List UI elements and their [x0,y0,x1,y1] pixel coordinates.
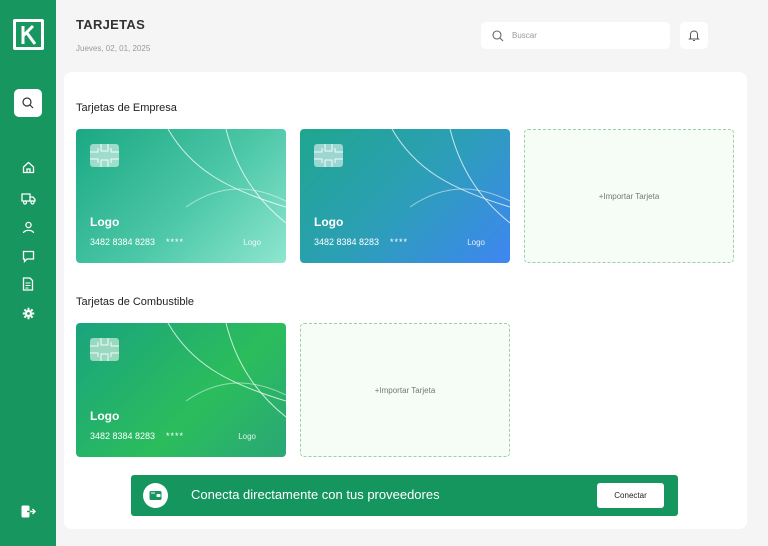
card-brand: Logo [90,409,120,423]
chat-icon [22,250,34,263]
sidebar-search-button[interactable] [14,89,42,117]
section-title-combustible: Tarjetas de Combustible [76,296,195,308]
chip-icon [90,144,119,167]
search-icon [22,97,34,109]
document-icon [22,277,34,291]
sidebar-item-users[interactable] [19,218,37,236]
home-icon [22,161,34,173]
gear-icon [22,307,34,319]
sidebar-item-settings[interactable] [19,304,37,322]
sidebar-item-home[interactable] [19,158,37,176]
notifications-button[interactable] [680,22,708,49]
card-number: 3482 8384 8283 [90,237,156,247]
logout-icon [21,505,36,517]
connect-banner: Conecta directamente con tus proveedores… [131,475,678,516]
card-mini-logo: Logo [238,432,256,441]
app-logo[interactable] [13,19,44,50]
card-number-mask: **** [166,431,185,441]
company-card-1[interactable]: Logo 3482 8384 8283 **** Logo [76,129,286,263]
sidebar-item-documents[interactable] [19,275,37,293]
truck-icon [20,192,36,205]
import-fuel-card-button[interactable]: +Importar Tarjeta [300,323,510,457]
page-title: TARJETAS [76,17,146,32]
chip-icon [90,338,119,361]
import-company-card-button[interactable]: +Importar Tarjeta [524,129,734,263]
company-card-2[interactable]: Logo 3482 8384 8283 **** Logo [300,129,510,263]
logout-button[interactable] [19,502,37,520]
card-number-mask: **** [390,237,409,247]
wallet-icon [143,483,168,508]
bell-icon [688,30,700,41]
user-icon [22,221,34,233]
card-number: 3482 8384 8283 [314,237,380,247]
search-icon [492,29,504,41]
page-date: Jueves, 02, 01, 2025 [76,44,151,53]
sidebar-item-messages[interactable] [19,247,37,265]
search-placeholder: Buscar [512,31,537,40]
card-number-mask: **** [166,237,185,247]
sidebar [0,0,56,546]
sidebar-item-shipments[interactable] [19,189,37,207]
card-brand: Logo [314,215,344,229]
search-input[interactable]: Buscar [481,22,670,49]
card-number: 3482 8384 8283 [90,431,156,441]
chip-icon [314,144,343,167]
card-mini-logo: Logo [243,238,261,247]
banner-text: Conecta directamente con tus proveedores [191,487,440,502]
section-title-empresa: Tarjetas de Empresa [76,102,177,114]
card-mini-logo: Logo [467,238,485,247]
connect-button[interactable]: Conectar [597,483,664,508]
card-brand: Logo [90,215,120,229]
fuel-card-1[interactable]: Logo 3482 8384 8283 **** Logo [76,323,286,457]
